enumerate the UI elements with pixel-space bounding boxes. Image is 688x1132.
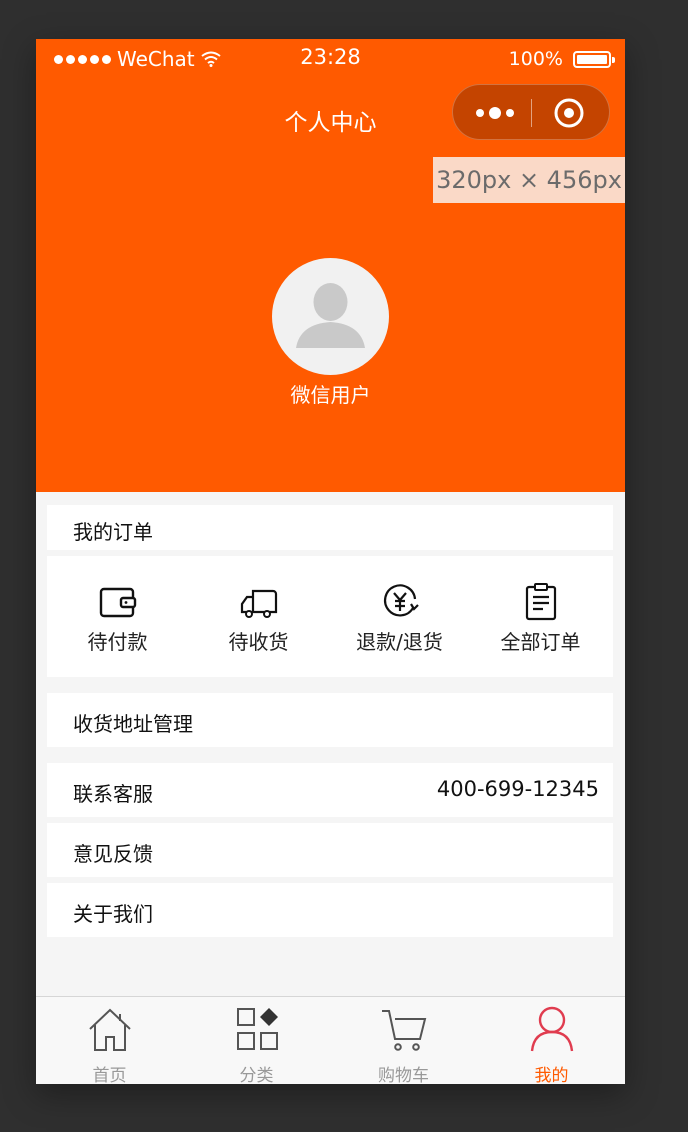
my-orders-row[interactable]: 我的订单 <box>47 505 613 550</box>
my-orders-label: 我的订单 <box>73 520 153 544</box>
tab-category[interactable]: 分类 <box>183 997 330 1084</box>
address-management-label: 收货地址管理 <box>73 712 193 736</box>
cart-icon <box>381 1010 426 1051</box>
wallet-icon <box>99 587 136 618</box>
battery-percent: 100% <box>508 48 563 70</box>
truck-icon <box>240 589 277 618</box>
status-bar: WeChat 23:28 100% <box>36 39 625 79</box>
order-pending-payment[interactable]: 待付款 <box>47 556 188 677</box>
username: 微信用户 <box>290 383 371 407</box>
customer-service-label: 联系客服 <box>73 782 153 806</box>
customer-service-row[interactable]: 联系客服 400-699-12345 <box>47 763 613 817</box>
tab-home[interactable]: 首页 <box>36 997 183 1084</box>
battery-icon <box>573 50 615 68</box>
capsule-divider <box>531 99 532 127</box>
dimension-tooltip: 320px × 456px <box>433 157 625 203</box>
tab-label: 购物车 <box>378 1066 429 1084</box>
address-management-row[interactable]: 收货地址管理 <box>47 693 613 747</box>
avatar[interactable] <box>272 258 389 375</box>
order-all[interactable]: 全部订单 <box>470 556 611 677</box>
feedback-row[interactable]: 意见反馈 <box>47 823 613 877</box>
battery-status: 100% <box>508 48 615 70</box>
mini-program-capsule <box>452 84 610 140</box>
bottom-tab-bar: 首页 分类 购物车 我的 <box>36 996 625 1084</box>
tab-label: 首页 <box>92 1066 127 1084</box>
tab-label: 我的 <box>534 1066 569 1084</box>
more-options-button[interactable] <box>473 85 517 141</box>
order-item-label: 待收货 <box>228 630 289 654</box>
order-status-grid: 待付款 待收货 退款/退货 全部订单 <box>47 556 613 677</box>
order-refund-return[interactable]: 退款/退货 <box>329 556 470 677</box>
category-icon <box>236 1008 278 1050</box>
order-item-label: 退款/退货 <box>356 630 443 654</box>
service-phone[interactable]: 400-699-12345 <box>437 777 599 801</box>
home-icon <box>88 1008 131 1051</box>
order-pending-receipt[interactable]: 待收货 <box>188 556 329 677</box>
about-us-row[interactable]: 关于我们 <box>47 883 613 937</box>
clipboard-icon <box>525 583 556 621</box>
refund-icon <box>383 584 419 617</box>
tab-label: 分类 <box>239 1066 274 1084</box>
default-user-icon <box>296 283 365 348</box>
tab-cart[interactable]: 购物车 <box>330 997 477 1084</box>
close-target-icon[interactable] <box>553 97 585 129</box>
order-item-label: 全部订单 <box>500 630 581 654</box>
feedback-label: 意见反馈 <box>73 842 153 866</box>
about-us-label: 关于我们 <box>73 902 153 926</box>
order-item-label: 待付款 <box>87 630 148 654</box>
profile-header: WeChat 23:28 100% 个人中心 320px × 456px 微信用… <box>36 39 625 492</box>
phone-screen: WeChat 23:28 100% 个人中心 320px × 456px 微信用… <box>36 39 625 1084</box>
tab-mine[interactable]: 我的 <box>478 997 625 1084</box>
user-icon <box>530 1006 573 1052</box>
